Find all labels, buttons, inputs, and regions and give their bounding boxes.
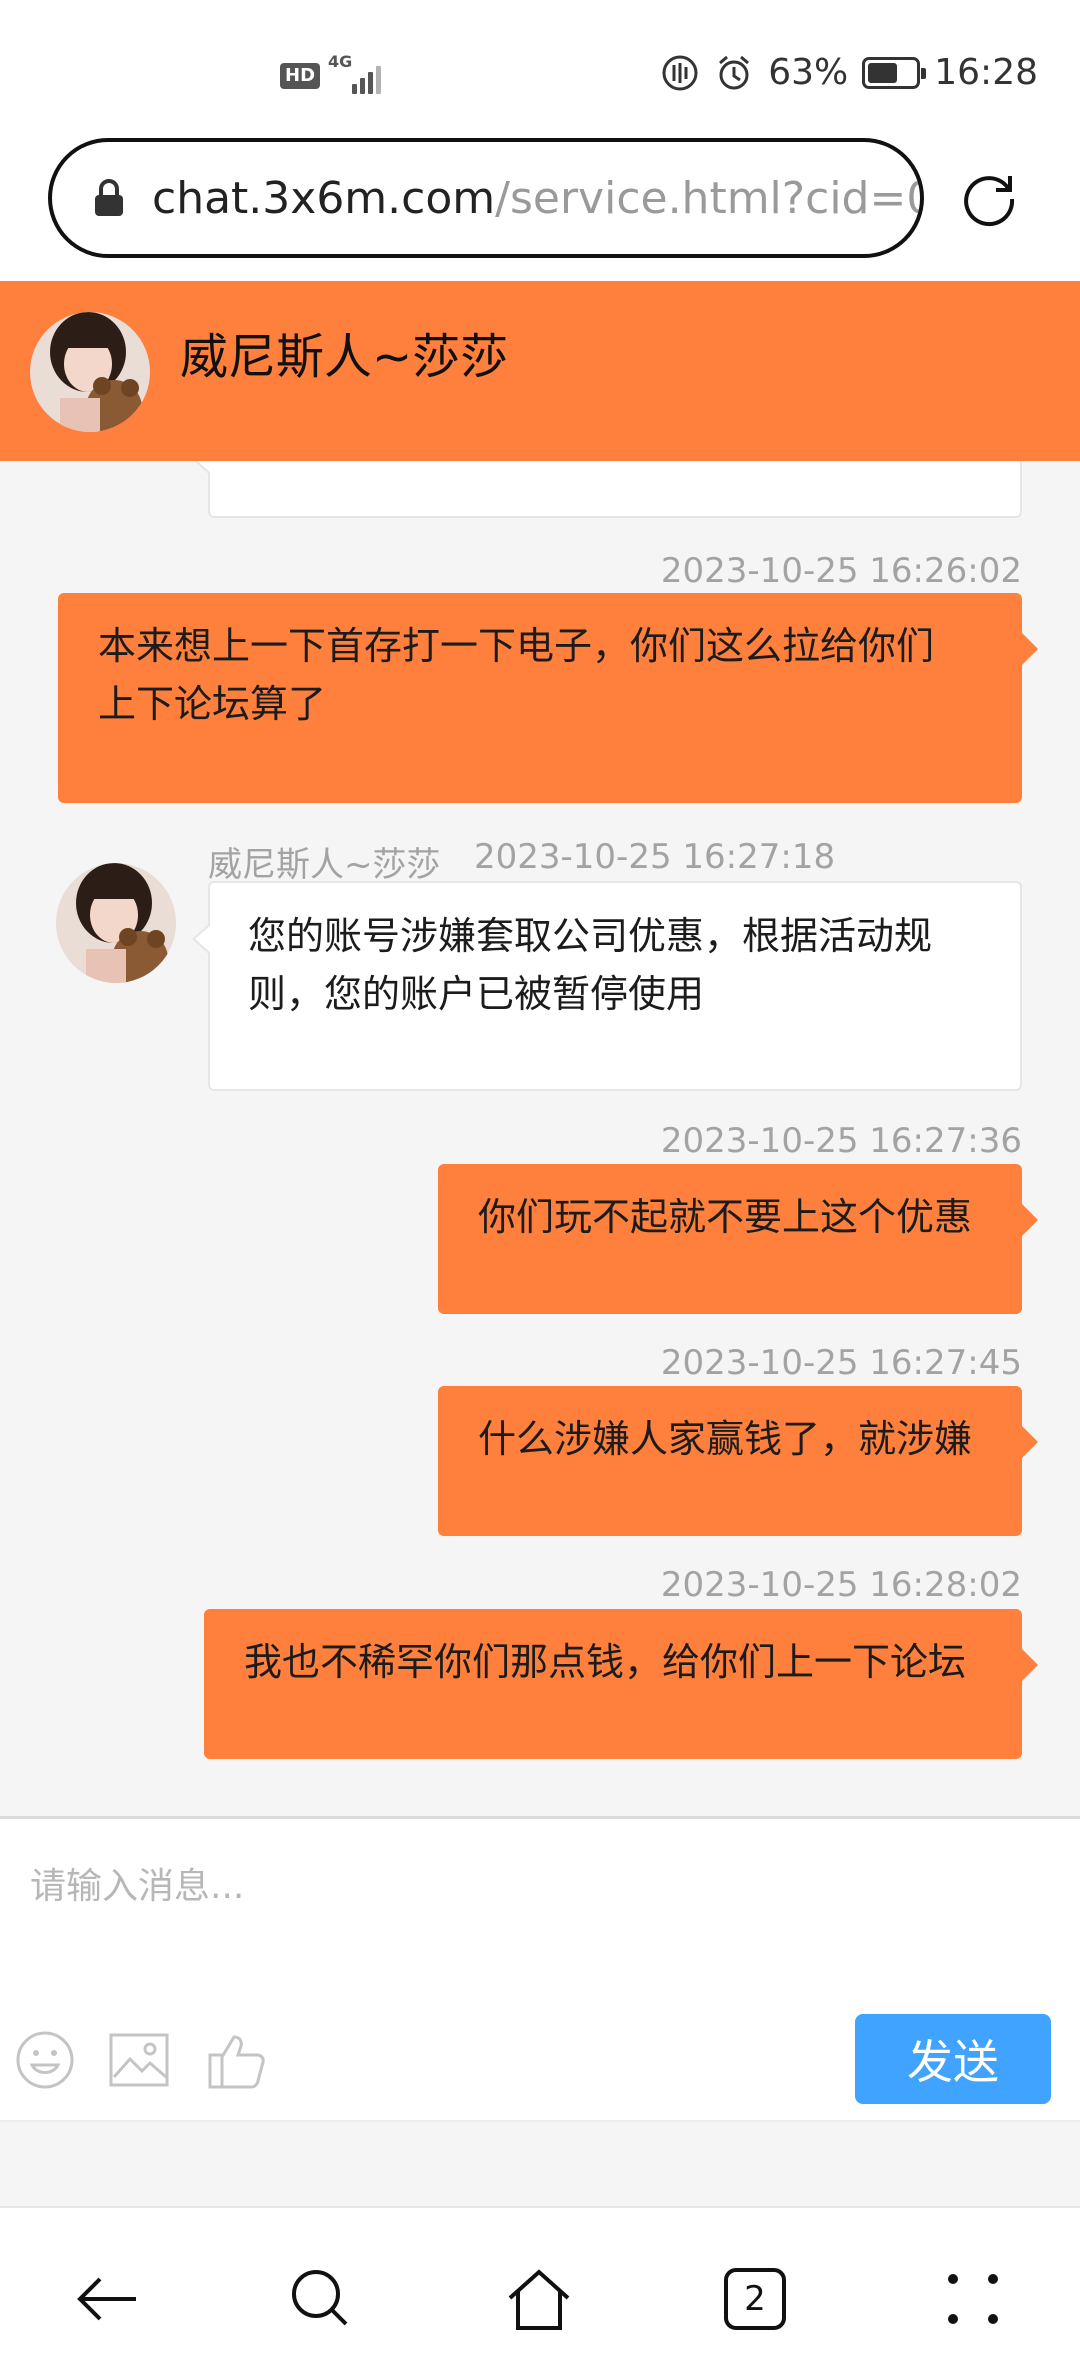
hd-icon: HD [280,63,321,89]
message-timestamp: 2023-10-25 16:28:02 [660,1565,1022,1605]
message-timestamp: 2023-10-25 16:26:02 [660,551,1022,591]
incoming-message: 您的账号涉嫌套取公司优惠，根据活动规 则，您的账户已被暂停使用 [192,881,1022,1091]
message-timestamp: 2023-10-25 16:27:45 [660,1343,1022,1383]
message-list[interactable]: 2023-10-25 16:26:02 本来想上一下首存打一下电子，你们这么拉给… [0,461,1080,1816]
reload-icon[interactable] [958,168,1020,230]
status-right: 63% 16:28 [660,52,1038,93]
address-bar[interactable]: chat.3x6m.com/service.html?cid=0 [48,138,924,258]
battery-percent: 63% [768,52,849,93]
home-icon[interactable] [504,2264,574,2334]
composer: 请输入消息... 发送 [0,1816,1080,2120]
message-line: 您的账号涉嫌套取公司优惠，根据活动规 [248,914,933,958]
clock: 16:28 [934,52,1038,93]
battery-icon [862,56,927,89]
menu-icon[interactable] [938,2264,1008,2334]
chat-header: 威尼斯人~莎莎 [0,281,1080,461]
avatar[interactable] [56,863,176,983]
search-icon[interactable] [286,2264,356,2334]
outgoing-message: 我也不稀罕你们那点钱，给你们上一下论坛 [204,1609,1038,1759]
network-type: 4G [328,52,353,71]
message-line: 本来想上一下首存打一下电子，你们这么拉给你们 [98,624,935,668]
message-line: 什么涉嫌人家赢钱了，就涉嫌 [478,1417,973,1461]
tab-count: 2 [744,2279,766,2319]
status-bar: HD 4G 63% 16:28 [0,0,1080,130]
url-path: /service.html?cid=0 [495,172,924,224]
message-timestamp: 2023-10-25 16:27:36 [660,1121,1022,1161]
image-icon[interactable] [108,2029,170,2091]
composer-footer [0,2120,1080,2206]
tabs-icon[interactable]: 2 [720,2264,790,2334]
status-left: HD 4G [280,52,388,96]
message-sender: 威尼斯人~莎莎 [208,845,441,885]
incoming-message-partial [192,461,1022,518]
message-line: 上下论坛算了 [98,682,327,726]
signal-icon: 4G [328,52,388,96]
avatar[interactable] [30,312,150,432]
alarm-icon [719,55,750,89]
outgoing-message: 什么涉嫌人家赢钱了，就涉嫌 [438,1386,1038,1536]
thumbs-up-icon[interactable] [206,2029,268,2091]
browser-nav-bar: 2 [0,2206,1080,2376]
message-input[interactable]: 请输入消息... [30,1857,244,1909]
outgoing-message: 你们玩不起就不要上这个优惠 [438,1164,1038,1314]
url-host: chat.3x6m.com [152,172,496,224]
back-icon[interactable] [72,2264,142,2334]
outgoing-message: 本来想上一下首存打一下电子，你们这么拉给你们 上下论坛算了 [58,593,1038,803]
data-saver-icon [662,55,698,90]
emoji-icon[interactable] [14,2029,76,2091]
message-line: 则，您的账户已被暂停使用 [248,972,705,1016]
send-button[interactable]: 发送 [855,2014,1051,2104]
url-text[interactable]: chat.3x6m.com/service.html?cid=0 [152,172,924,224]
message-line: 我也不稀罕你们那点钱，给你们上一下论坛 [244,1640,967,1684]
agent-name: 威尼斯人~莎莎 [180,329,509,385]
message-timestamp: 2023-10-25 16:27:18 [474,837,836,877]
lock-icon [95,179,123,216]
message-line: 你们玩不起就不要上这个优惠 [478,1195,973,1239]
